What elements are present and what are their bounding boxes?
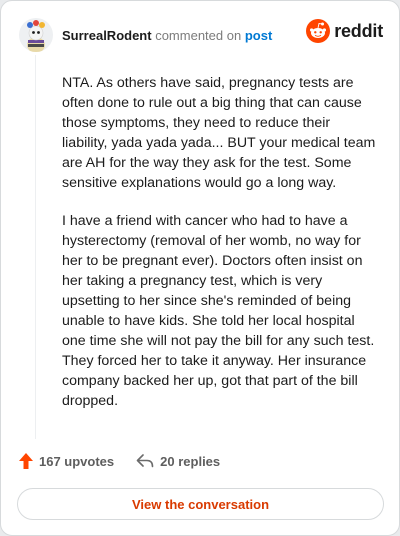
post-link[interactable]: post <box>245 28 272 43</box>
upvote-button[interactable]: 167 upvotes <box>19 453 114 469</box>
thread-line <box>35 55 36 439</box>
view-conversation-button[interactable]: View the conversation <box>17 488 384 520</box>
reddit-logo[interactable]: reddit <box>306 19 383 43</box>
username-link[interactable]: SurrealRodent <box>62 28 152 43</box>
user-avatar[interactable] <box>19 18 53 52</box>
replies-button[interactable]: 20 replies <box>136 454 220 469</box>
comment-header: SurrealRodent commented on post reddit <box>19 17 383 53</box>
comment-byline: SurrealRodent commented on post <box>62 28 272 43</box>
comment-actions: 167 upvotes 20 replies <box>19 453 220 469</box>
comment-card: SurrealRodent commented on post reddit N… <box>0 0 400 536</box>
upvote-count: 167 upvotes <box>39 453 115 469</box>
upvote-arrow-icon <box>19 453 33 469</box>
reply-count: 20 replies <box>160 453 221 469</box>
byline-action-text: commented on <box>155 27 242 43</box>
reddit-wordmark: reddit <box>334 20 383 41</box>
comment-paragraph: I have a friend with cancer who had to h… <box>62 213 375 409</box>
comment-body: NTA. As others have said, pregnancy test… <box>62 73 376 429</box>
comment-paragraph: NTA. As others have said, pregnancy test… <box>62 75 376 191</box>
reddit-snoo-icon <box>306 19 331 43</box>
reply-arrow-icon <box>136 454 154 468</box>
